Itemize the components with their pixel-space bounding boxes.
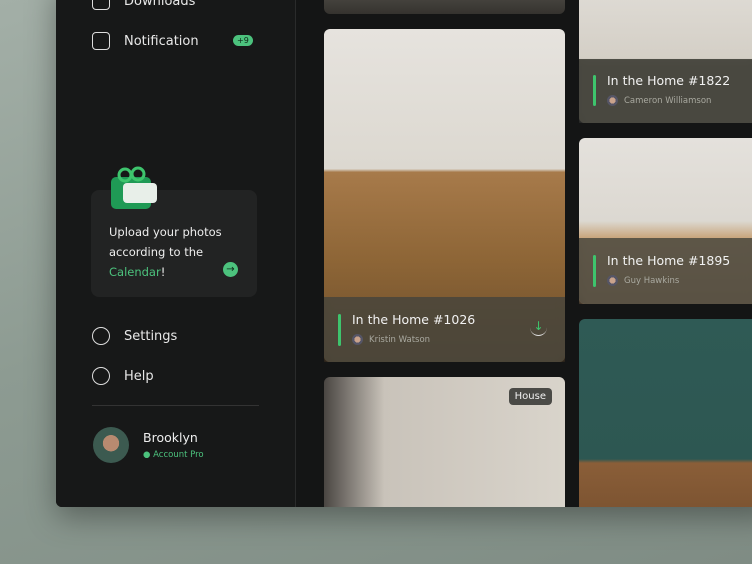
sidebar-item-settings[interactable]: Settings: [92, 327, 177, 345]
settings-icon: [92, 327, 110, 345]
card-title: In the Home #1026: [352, 312, 476, 327]
calendar-link[interactable]: Calendar: [109, 265, 161, 279]
notification-icon: [92, 32, 110, 50]
calendar-illustration-icon: [111, 166, 157, 209]
notification-badge: +9: [233, 35, 253, 46]
sidebar-item-help[interactable]: Help: [92, 367, 154, 385]
photo-card[interactable]: In the Home #1895 Guy Hawkins: [579, 138, 752, 304]
inbox-icon: [92, 0, 110, 10]
divider: [92, 405, 259, 406]
photo-card[interactable]: In the Home #1822 Cameron Williamson: [579, 0, 752, 123]
card-author: Cameron Williamson: [624, 95, 712, 106]
card-title: In the Home #1822: [607, 73, 731, 88]
arrow-right-button[interactable]: →: [223, 262, 238, 277]
download-icon[interactable]: ↓: [530, 319, 547, 336]
avatar[interactable]: [93, 427, 129, 463]
author-avatar: [607, 275, 618, 286]
photo-card[interactable]: House: [324, 377, 565, 507]
card-author: Guy Hawkins: [624, 275, 680, 286]
sidebar: Downloads Notification +9 Upload your ph…: [56, 0, 296, 507]
photo-card[interactable]: [324, 0, 565, 14]
account-plan: ● Account Pro: [143, 450, 204, 460]
user-name: Brooklyn: [143, 430, 198, 445]
sidebar-item-downloads[interactable]: Downloads: [92, 0, 195, 10]
card-author: Kristin Watson: [369, 334, 431, 345]
help-icon: [92, 367, 110, 385]
sidebar-item-notification[interactable]: Notification: [92, 32, 199, 50]
author-avatar: [352, 334, 363, 345]
app-window: Downloads Notification +9 Upload your ph…: [56, 0, 752, 507]
photo-card[interactable]: [579, 319, 752, 507]
author-avatar: [607, 95, 618, 106]
card-title: In the Home #1895: [607, 253, 731, 268]
category-tag: House: [508, 388, 552, 405]
photo-card[interactable]: In the Home #1026 Kristin Watson ↓: [324, 29, 565, 362]
